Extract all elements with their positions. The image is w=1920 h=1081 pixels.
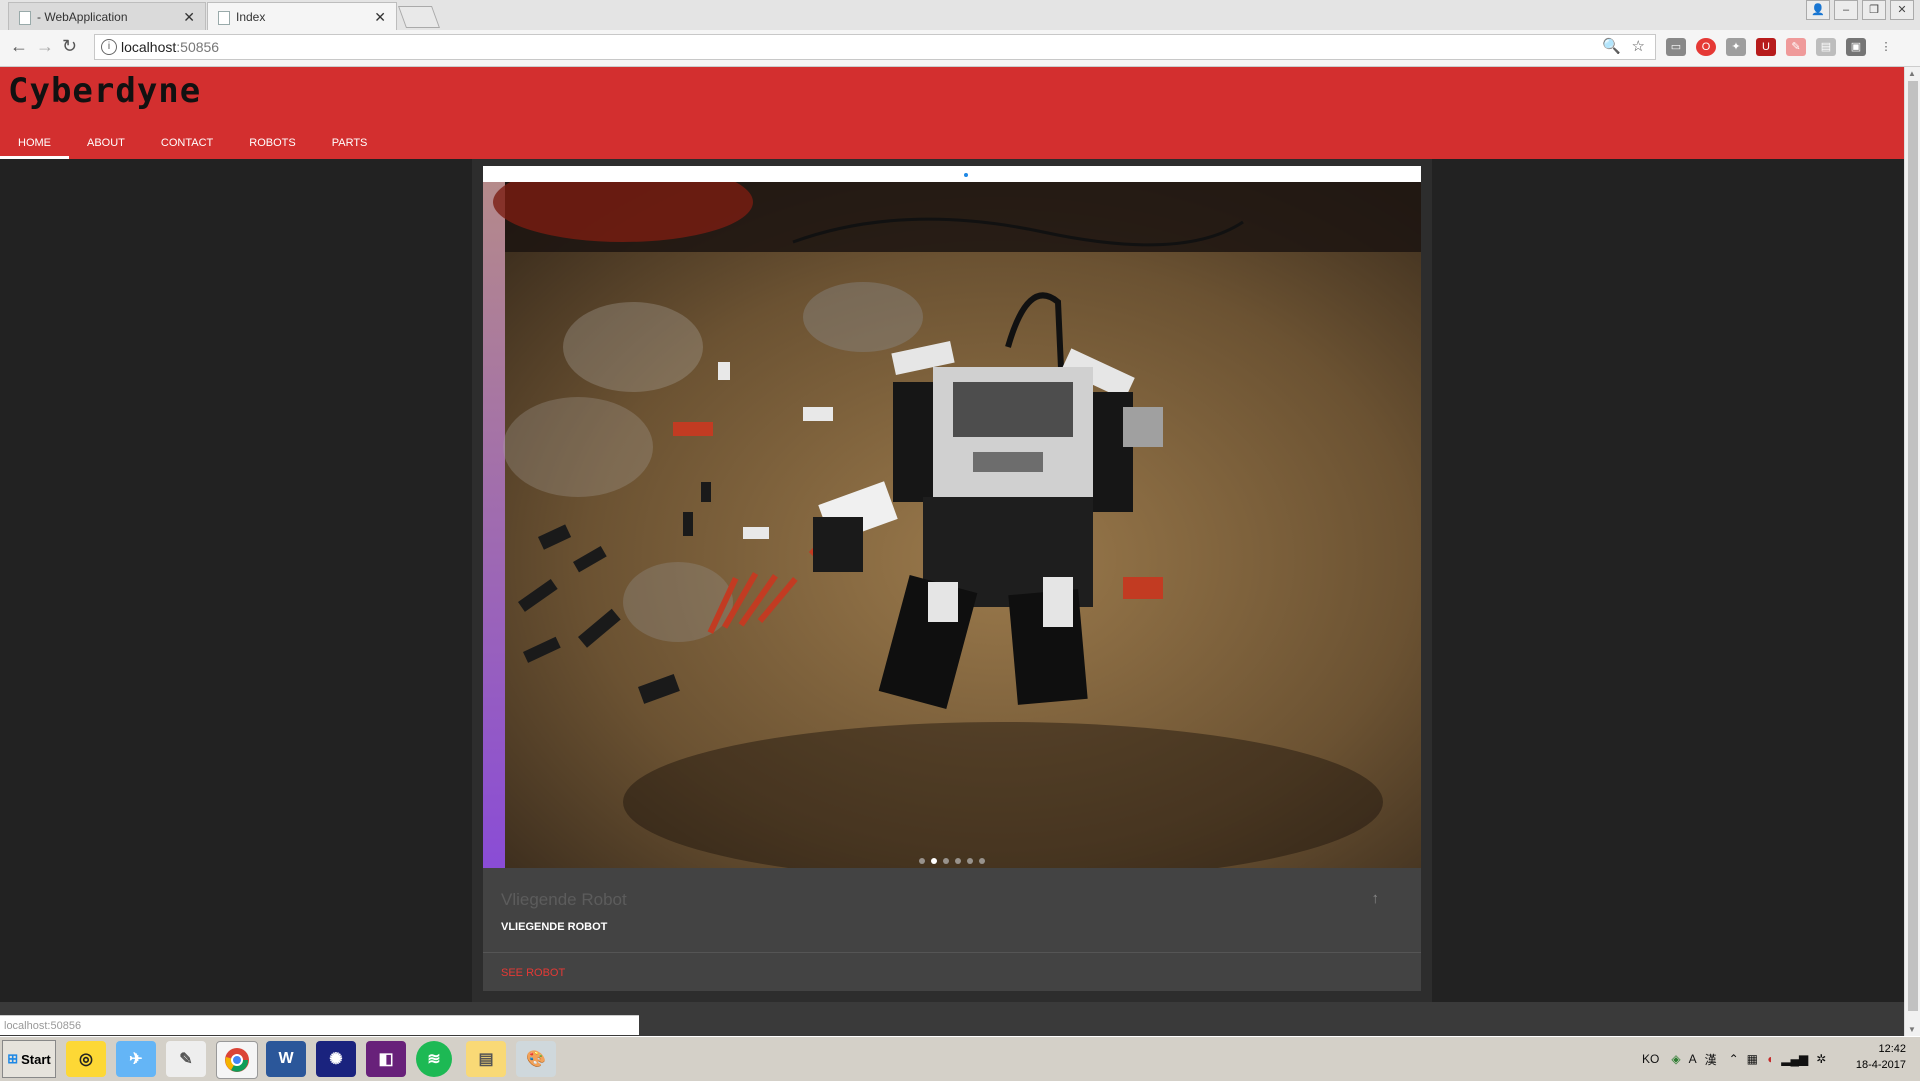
site-header: Cyberdyne HOME ABOUT CONTACT ROBOTS PART… bbox=[0, 67, 1904, 159]
reload-icon[interactable]: ↻ bbox=[62, 36, 77, 57]
extension-icon[interactable]: ▣ bbox=[1846, 38, 1866, 56]
visual-studio-icon[interactable]: ◧ bbox=[366, 1041, 406, 1077]
status-bubble: localhost:50856 bbox=[0, 1015, 639, 1035]
network-icon[interactable]: ◈ bbox=[1671, 1052, 1680, 1066]
start-label: Start bbox=[21, 1051, 51, 1067]
carousel-dot[interactable] bbox=[919, 858, 925, 864]
clock-date: 18-4-2017 bbox=[1855, 1059, 1906, 1071]
card-subtitle: VLIEGENDE ROBOT bbox=[501, 921, 608, 933]
volume-icon[interactable]: ◖ bbox=[1766, 1052, 1773, 1066]
loading-bar bbox=[483, 166, 1421, 182]
main-nav: HOME ABOUT CONTACT ROBOTS PARTS bbox=[0, 127, 385, 159]
carousel-dot[interactable] bbox=[943, 858, 949, 864]
ublock-icon[interactable]: U bbox=[1756, 38, 1776, 56]
browser-tabstrip: - WebApplication ✕ Index ✕ 👤 – ❐ ✕ bbox=[0, 0, 1920, 30]
robot-photo bbox=[483, 182, 1421, 868]
close-window-button[interactable]: ✕ bbox=[1890, 0, 1914, 20]
pdf-icon[interactable]: ✎ bbox=[1786, 38, 1806, 56]
loading-dot bbox=[964, 173, 968, 177]
app-icon[interactable]: ✈ bbox=[116, 1041, 156, 1077]
browser-tab-webapplication[interactable]: - WebApplication ✕ bbox=[8, 2, 206, 30]
address-host: localhost bbox=[121, 39, 177, 55]
app-icon[interactable]: ✺ bbox=[316, 1041, 356, 1077]
spotify-icon[interactable]: ≋ bbox=[416, 1041, 452, 1077]
expand-up-arrow-icon[interactable]: ↑ bbox=[1372, 890, 1380, 907]
ime-icon[interactable]: A bbox=[1689, 1052, 1697, 1066]
chat-icon[interactable]: ▤ bbox=[1816, 38, 1836, 56]
scrollbar-thumb[interactable] bbox=[1908, 81, 1918, 1011]
see-robot-link[interactable]: SEE ROBOT bbox=[501, 967, 565, 979]
nav-home[interactable]: HOME bbox=[0, 127, 69, 159]
robot-card: Vliegende Robot ↑ VLIEGENDE ROBOT SEE RO… bbox=[483, 166, 1421, 991]
chrome-icon[interactable] bbox=[216, 1041, 258, 1079]
show-hidden-icons[interactable]: ⌃ bbox=[1729, 1052, 1739, 1066]
restore-button[interactable]: ❐ bbox=[1862, 0, 1886, 20]
card-title: Vliegende Robot bbox=[501, 890, 627, 909]
profile-icon[interactable]: 👤 bbox=[1806, 0, 1830, 20]
opera-icon[interactable]: O bbox=[1696, 38, 1716, 56]
card-content: Vliegende Robot ↑ VLIEGENDE ROBOT SEE RO… bbox=[483, 868, 1421, 991]
settings-icon[interactable]: ✲ bbox=[1816, 1052, 1826, 1066]
tab-title: Index bbox=[236, 9, 266, 24]
scroll-up-arrow-icon[interactable]: ▲ bbox=[1908, 69, 1916, 78]
taskbar-clock[interactable]: 12:42 18-4-2017 bbox=[1856, 1041, 1906, 1073]
explorer-icon[interactable]: ▤ bbox=[466, 1041, 506, 1077]
windows-logo-icon: ⊞ bbox=[7, 1051, 19, 1066]
site-logo[interactable]: Cyberdyne bbox=[8, 71, 201, 111]
start-button[interactable]: ⊞ Start bbox=[2, 1040, 56, 1078]
close-tab-icon[interactable]: ✕ bbox=[183, 9, 195, 26]
info-icon[interactable]: i bbox=[101, 39, 117, 55]
page-scrollbar[interactable]: ▲ ▼ bbox=[1904, 67, 1920, 1036]
menu-icon[interactable]: ⋮ bbox=[1876, 38, 1896, 56]
minimize-button[interactable]: – bbox=[1834, 0, 1858, 20]
notepad-icon[interactable]: ✎ bbox=[166, 1041, 206, 1077]
robot-photo-carousel[interactable] bbox=[483, 182, 1421, 868]
browser-tab-index[interactable]: Index ✕ bbox=[207, 2, 397, 30]
tab-title: - WebApplication bbox=[37, 9, 128, 24]
forward-arrow-icon[interactable]: → bbox=[36, 36, 54, 57]
ime-icon[interactable]: 漢 bbox=[1705, 1051, 1717, 1068]
bookmark-star-icon[interactable]: ☆ bbox=[1632, 37, 1645, 55]
page-favicon-icon bbox=[218, 11, 230, 25]
close-tab-icon[interactable]: ✕ bbox=[374, 9, 386, 26]
signal-icon[interactable]: ▂▄▆ bbox=[1781, 1052, 1808, 1066]
scroll-down-arrow-icon[interactable]: ▼ bbox=[1908, 1025, 1916, 1034]
device-icon[interactable]: ▦ bbox=[1747, 1052, 1758, 1066]
card-divider bbox=[483, 952, 1421, 953]
page-favicon-icon bbox=[19, 11, 31, 25]
address-port: :50856 bbox=[176, 39, 220, 55]
clock-time: 12:42 bbox=[1878, 1043, 1906, 1055]
new-tab-button[interactable] bbox=[397, 6, 441, 28]
word-icon[interactable]: W bbox=[266, 1041, 306, 1077]
nav-robots[interactable]: ROBOTS bbox=[231, 127, 313, 159]
back-arrow-icon[interactable]: ← bbox=[10, 36, 28, 57]
app-icon[interactable]: ◎ bbox=[66, 1041, 106, 1077]
zoom-icon[interactable]: 🔍 bbox=[1602, 37, 1621, 55]
nav-about[interactable]: ABOUT bbox=[69, 127, 143, 159]
extension-icon[interactable]: ✦ bbox=[1726, 38, 1746, 56]
language-indicator[interactable]: KO bbox=[1642, 1052, 1659, 1066]
carousel-dot[interactable] bbox=[955, 858, 961, 864]
carousel-indicators bbox=[919, 858, 985, 864]
browser-toolbar: ← → ↻ i localhost:50856 🔍 ☆ ▭ O ✦ U ✎ ▤ … bbox=[0, 30, 1920, 67]
cast-icon[interactable]: ▭ bbox=[1666, 38, 1686, 56]
nav-parts[interactable]: PARTS bbox=[314, 127, 386, 159]
os-taskbar: ⊞ Start ◎ ✈ ✎ W ✺ ◧ ≋ ▤ 🎨 KO ◈ A 漢 ⌃ ▦ ◖… bbox=[0, 1036, 1920, 1081]
nav-contact[interactable]: CONTACT bbox=[143, 127, 231, 159]
paint-icon[interactable]: 🎨 bbox=[516, 1041, 556, 1077]
system-tray: KO ◈ A 漢 ⌃ ▦ ◖ ▂▄▆ ✲ bbox=[1474, 1037, 1920, 1081]
address-bar[interactable]: i localhost:50856 🔍 ☆ bbox=[94, 34, 1656, 60]
carousel-dot[interactable] bbox=[979, 858, 985, 864]
carousel-dot[interactable] bbox=[967, 858, 973, 864]
carousel-dot-active[interactable] bbox=[931, 858, 937, 864]
